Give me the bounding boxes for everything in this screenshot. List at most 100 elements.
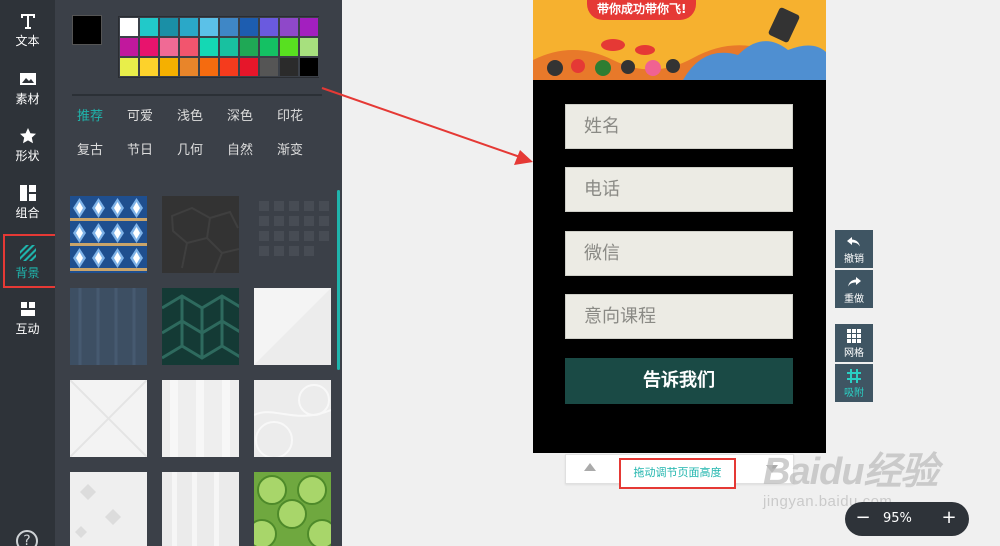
rail-label: 组合 <box>15 206 40 220</box>
category-tab[interactable]: 复古 <box>77 142 127 160</box>
snap-label: 吸附 <box>844 388 864 399</box>
background-panel: 推荐 可爱 浅色 深色 印花 复古 节日 几何 自然 渐变 <box>55 0 342 546</box>
color-swatch[interactable] <box>159 37 179 57</box>
grid-icon <box>847 329 861 343</box>
panel-scrollbar[interactable] <box>337 190 340 370</box>
color-swatch[interactable] <box>139 17 159 37</box>
color-swatch[interactable] <box>159 17 179 37</box>
color-swatch[interactable] <box>239 57 259 77</box>
color-swatch[interactable] <box>219 37 239 57</box>
chevron-up-icon[interactable] <box>584 463 596 471</box>
color-swatch[interactable] <box>279 37 299 57</box>
star-icon <box>19 128 36 144</box>
color-swatch[interactable] <box>159 57 179 77</box>
layout-icon <box>19 185 36 201</box>
color-swatch[interactable] <box>259 37 279 57</box>
background-thumb[interactable] <box>254 380 331 457</box>
color-swatch[interactable] <box>119 57 139 77</box>
background-thumb[interactable] <box>70 380 147 457</box>
color-swatch[interactable] <box>119 37 139 57</box>
background-thumb[interactable] <box>162 380 239 457</box>
resize-label[interactable]: 拖动调节页面高度 <box>619 458 736 489</box>
background-thumb[interactable] <box>70 196 147 273</box>
rail-label: 形状 <box>15 149 40 163</box>
watermark-main: Baidu经验 <box>763 451 939 493</box>
rail-label: 素材 <box>15 92 40 106</box>
background-thumb[interactable] <box>162 196 239 273</box>
color-swatch[interactable] <box>139 57 159 77</box>
color-swatch[interactable] <box>179 17 199 37</box>
category-tab[interactable]: 推荐 <box>77 108 127 126</box>
color-swatch[interactable] <box>179 37 199 57</box>
watermark-logo: Baidu经验 jingyan.baidu.com <box>763 440 939 510</box>
color-swatch[interactable] <box>299 57 319 77</box>
color-swatch[interactable] <box>239 37 259 57</box>
rail-item-assets[interactable]: 素材 <box>0 60 55 114</box>
category-tabs: 推荐 可爱 浅色 深色 印花 复古 节日 几何 自然 渐变 <box>77 108 327 160</box>
left-rail: 文本 素材 形状 组合 背景 互动 ? <box>0 0 68 546</box>
background-thumb[interactable] <box>70 472 147 546</box>
interact-icon <box>20 302 35 316</box>
rail-item-combos[interactable]: 组合 <box>0 174 55 228</box>
category-tab[interactable]: 自然 <box>227 142 277 160</box>
color-swatch[interactable] <box>199 57 219 77</box>
rail-label: 背景 <box>15 266 40 280</box>
background-thumb[interactable] <box>254 288 331 365</box>
background-icon <box>19 245 36 261</box>
zoom-control: − 95% + <box>845 502 969 536</box>
category-tab[interactable]: 深色 <box>227 108 277 126</box>
wechat-field[interactable]: 微信 <box>565 231 793 276</box>
zoom-in-button[interactable]: + <box>939 507 959 528</box>
color-swatch[interactable] <box>259 57 279 77</box>
text-icon <box>20 14 35 29</box>
color-swatch[interactable] <box>179 57 199 77</box>
color-swatch[interactable] <box>219 17 239 37</box>
color-swatch[interactable] <box>139 37 159 57</box>
color-swatch[interactable] <box>279 17 299 37</box>
rail-label: 互动 <box>15 322 40 336</box>
name-field[interactable]: 姓名 <box>565 104 793 149</box>
course-field[interactable]: 意向课程 <box>565 294 793 339</box>
category-tab[interactable]: 浅色 <box>177 108 227 126</box>
color-palette <box>118 16 319 78</box>
zoom-out-button[interactable]: − <box>853 507 873 528</box>
rail-item-shapes[interactable]: 形状 <box>0 117 55 171</box>
background-thumb[interactable] <box>162 472 239 546</box>
current-color-swatch[interactable] <box>72 15 102 45</box>
color-swatch[interactable] <box>279 57 299 77</box>
background-thumb[interactable] <box>70 288 147 365</box>
rail-item-background[interactable]: 背景 <box>0 234 68 288</box>
undo-button[interactable]: 撤销 <box>835 230 873 268</box>
submit-button[interactable]: 告诉我们 <box>565 358 793 404</box>
color-swatch[interactable] <box>259 17 279 37</box>
color-swatch[interactable] <box>199 37 219 57</box>
color-swatch[interactable] <box>219 57 239 77</box>
banner-image: 带你成功带你飞! <box>533 0 826 80</box>
rail-item-text[interactable]: 文本 <box>0 2 55 56</box>
category-tab[interactable]: 可爱 <box>127 108 177 126</box>
page-height-resizer[interactable]: 拖动调节页面高度 <box>565 454 794 489</box>
grid-button[interactable]: 网格 <box>835 324 873 362</box>
background-thumb[interactable] <box>162 288 239 365</box>
rail-item-interact[interactable]: 互动 <box>0 290 55 344</box>
category-tab[interactable]: 渐变 <box>277 142 327 160</box>
category-tab[interactable]: 印花 <box>277 108 327 126</box>
phone-field[interactable]: 电话 <box>565 167 793 212</box>
help-icon[interactable]: ? <box>16 530 38 546</box>
page-preview: 带你成功带你飞! 姓名 电话 微信 意向课程 告诉我们 <box>533 0 826 453</box>
undo-icon <box>847 237 860 247</box>
snap-icon <box>847 369 861 383</box>
background-thumb[interactable] <box>254 472 331 546</box>
color-swatch[interactable] <box>299 17 319 37</box>
color-swatch[interactable] <box>239 17 259 37</box>
image-icon <box>19 73 36 85</box>
color-swatch[interactable] <box>299 37 319 57</box>
snap-button[interactable]: 吸附 <box>835 364 873 402</box>
category-tab[interactable]: 几何 <box>177 142 227 160</box>
category-tab[interactable]: 节日 <box>127 142 177 160</box>
grid-label: 网格 <box>844 348 864 359</box>
color-swatch[interactable] <box>119 17 139 37</box>
color-swatch[interactable] <box>199 17 219 37</box>
redo-button[interactable]: 重做 <box>835 270 873 308</box>
background-thumb[interactable] <box>254 196 331 273</box>
